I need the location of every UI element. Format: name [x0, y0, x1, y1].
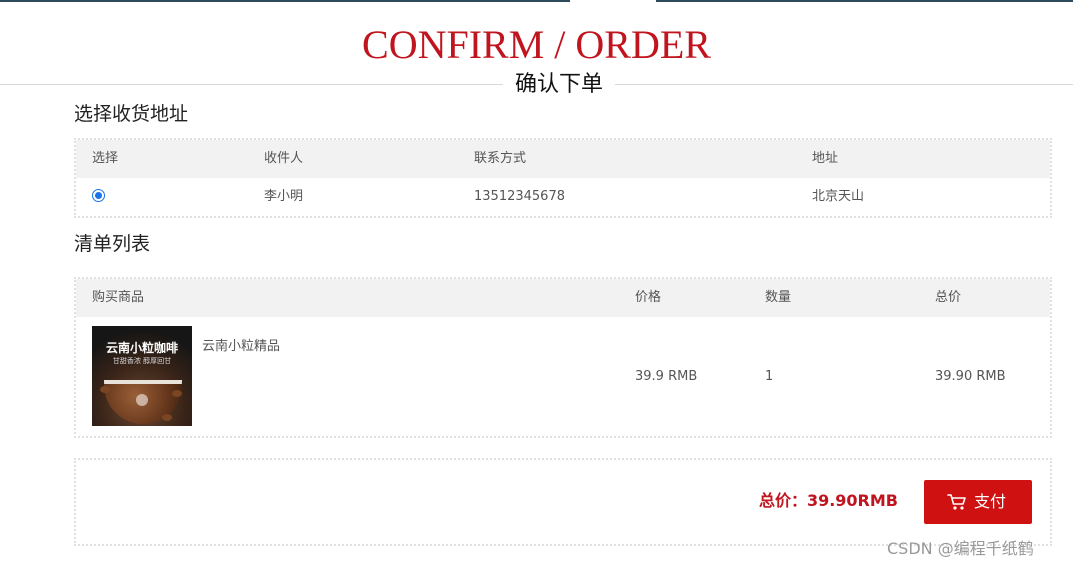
product-image-title: 云南小粒咖啡: [105, 341, 178, 355]
product-image[interactable]: 云南小粒咖啡 甘甜香浓 醇厚回甘: [92, 326, 192, 426]
address-table: 选择 收件人 联系方式 地址 李小明 13512345678 北京天山: [74, 138, 1052, 218]
address-radio[interactable]: [92, 189, 105, 202]
play-icon: [136, 394, 148, 406]
recipient-address: 北京天山: [812, 189, 865, 204]
top-divider-right: [656, 0, 1073, 2]
watermark: CSDN @编程千纸鹤: [887, 539, 1034, 558]
product-price: 39.9 RMB: [635, 369, 698, 384]
pay-button-label: 支付: [974, 492, 1007, 511]
coffee-bean-graphic: [100, 386, 110, 393]
col-select: 选择: [92, 151, 119, 166]
col-recipient: 收件人: [264, 151, 304, 166]
cart-icon: [947, 494, 966, 510]
top-divider-left: [0, 0, 570, 2]
order-total: 总价：39.90RMB: [758, 491, 898, 510]
address-section-title: 选择收货地址: [74, 103, 189, 125]
col-product: 购买商品: [92, 290, 145, 305]
product-image-subtitle: 甘甜香浓 醇厚回甘: [112, 357, 172, 365]
checkout-bar: 总价：39.90RMB 支付: [74, 458, 1052, 546]
coffee-bean-graphic: [172, 390, 182, 397]
page-title-en: CONFIRM / ORDER: [362, 22, 711, 67]
coffee-bean-graphic: [162, 414, 172, 421]
pay-button[interactable]: 支付: [924, 480, 1032, 524]
list-section-title: 清单列表: [74, 233, 151, 255]
product-quantity: 1: [765, 369, 774, 384]
col-address: 地址: [812, 151, 839, 166]
col-contact: 联系方式: [474, 151, 527, 166]
page-title-cn: 确认下单: [503, 70, 616, 100]
address-row: 李小明 13512345678 北京天山: [76, 178, 1050, 216]
order-list-table: 购买商品 价格 数量 总价 云南小粒咖啡 甘甜香浓 醇厚回甘 云南小粒精品 39…: [74, 277, 1052, 438]
product-subtotal: 39.90 RMB: [935, 369, 1006, 384]
recipient-phone: 13512345678: [474, 189, 565, 204]
col-price: 价格: [635, 290, 662, 305]
order-table-header: 购买商品 价格 数量 总价: [76, 279, 1050, 317]
col-total: 总价: [935, 290, 962, 305]
recipient-name: 李小明: [264, 189, 304, 204]
address-table-header: 选择 收件人 联系方式 地址: [76, 140, 1050, 178]
product-name[interactable]: 云南小粒精品: [202, 338, 280, 356]
col-quantity: 数量: [765, 290, 792, 305]
